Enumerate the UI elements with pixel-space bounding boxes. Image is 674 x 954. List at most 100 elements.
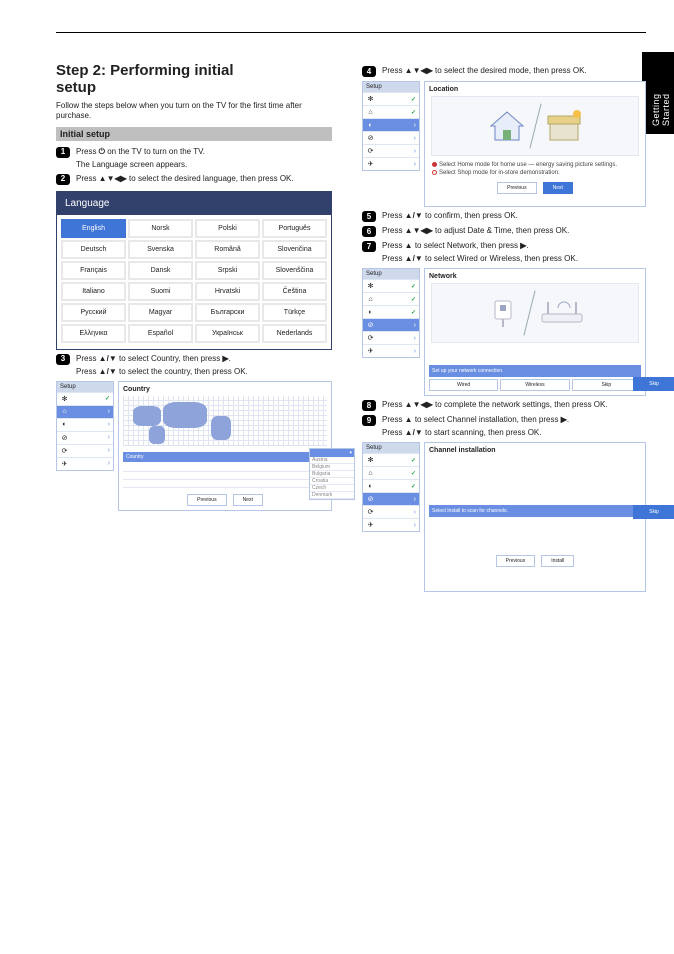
- sidebar-item-icon: ⟳: [366, 147, 375, 155]
- language-option[interactable]: Nederlands: [262, 324, 327, 343]
- country-dropdown[interactable]: ▾ AustriaBelgiumBulgariaCroatiaCzechDenm…: [309, 448, 355, 500]
- setup-mainpane-country: Country Country▾ Previous Next ▾ Austria…: [118, 381, 332, 511]
- language-option[interactable]: Português: [262, 219, 327, 238]
- step-9-sub: Press ▲/▼ to start scanning, then press …: [382, 428, 646, 438]
- language-option[interactable]: Deutsch: [61, 240, 126, 259]
- sidebar-item[interactable]: ⟳›: [363, 331, 419, 344]
- step-4: 4 Press ▲▼◀▶ to select the desired mode,…: [362, 66, 646, 77]
- sidebar-item[interactable]: ✈›: [363, 157, 419, 170]
- language-option[interactable]: Norsk: [128, 219, 193, 238]
- step-badge: 7: [362, 241, 376, 252]
- previous-button[interactable]: Previous: [496, 555, 535, 567]
- language-option[interactable]: Français: [61, 261, 126, 280]
- next-button[interactable]: Next: [233, 494, 263, 506]
- previous-button[interactable]: Previous: [497, 182, 536, 194]
- check-icon: ✓: [411, 96, 416, 103]
- language-option[interactable]: Русский: [61, 303, 126, 322]
- sidebar-item-icon: ⊘: [60, 434, 69, 442]
- sidebar-item-icon: ✈: [60, 460, 69, 468]
- chevron-right-icon: ›: [414, 509, 416, 516]
- sidebar-item[interactable]: ✻✓: [363, 453, 419, 466]
- language-option[interactable]: English: [61, 219, 126, 238]
- sidebar-item[interactable]: ⊘›: [363, 318, 419, 331]
- sidebar-item-icon: ⟳: [60, 447, 69, 455]
- language-option[interactable]: Srpski: [195, 261, 260, 280]
- sidebar-item-icon: ⊘: [366, 134, 375, 142]
- sidebar-item[interactable]: ⌂✓: [363, 292, 419, 305]
- step-7-sub: Press ▲/▼ to select Wired or Wireless, t…: [382, 254, 646, 264]
- wired-button[interactable]: Wired: [429, 379, 498, 391]
- chevron-right-icon: ›: [108, 447, 110, 454]
- language-option[interactable]: Italiano: [61, 282, 126, 301]
- next-button[interactable]: Next: [543, 182, 573, 194]
- sidebar-item[interactable]: ⟳›: [57, 444, 113, 457]
- language-option[interactable]: Slovenčina: [262, 240, 327, 259]
- step-badge: 9: [362, 415, 376, 426]
- language-option[interactable]: Magyar: [128, 303, 193, 322]
- sidebar-item[interactable]: ◐✓: [363, 305, 419, 318]
- sidebar-item[interactable]: ◐›: [363, 118, 419, 131]
- sidebar-item[interactable]: ⌂✓: [363, 105, 419, 118]
- language-option[interactable]: Română: [195, 240, 260, 259]
- sidebar-item[interactable]: ✈›: [363, 344, 419, 357]
- language-option[interactable]: Türkçe: [262, 303, 327, 322]
- language-option[interactable]: Dansk: [128, 261, 193, 280]
- sidebar-item[interactable]: ⟳›: [363, 505, 419, 518]
- sidebar-item[interactable]: ⌂✓: [363, 466, 419, 479]
- sidebar-item[interactable]: ✻✓: [363, 92, 419, 105]
- setup-sidebar: Setup ✻✓⌂›◐›⊘›⟳›✈›: [56, 381, 114, 471]
- step-9: 9 Press ▲ to select Channel installation…: [362, 415, 646, 426]
- dropdown-option[interactable]: Croatia: [310, 478, 354, 485]
- dropdown-option[interactable]: Denmark: [310, 492, 354, 499]
- sidebar-item-icon: ◐: [60, 421, 69, 428]
- sidebar-item[interactable]: ⌂›: [57, 405, 113, 418]
- sidebar-item-icon: ⊘: [366, 321, 375, 329]
- sidebar-item[interactable]: ⊘›: [363, 131, 419, 144]
- check-icon: ✓: [411, 283, 416, 290]
- sidebar-item[interactable]: ✈›: [363, 518, 419, 531]
- language-option[interactable]: Ελληνικα: [61, 324, 126, 343]
- language-option[interactable]: Polski: [195, 219, 260, 238]
- sidebar-item[interactable]: ✻✓: [57, 392, 113, 405]
- sidebar-item-icon: ◐: [366, 483, 375, 490]
- sidebar-item[interactable]: ⊘›: [57, 431, 113, 444]
- install-button[interactable]: Install: [541, 555, 574, 567]
- chevron-right-icon: ›: [414, 322, 416, 329]
- chevron-right-icon: ›: [108, 421, 110, 428]
- dropdown-option[interactable]: Czech: [310, 485, 354, 492]
- setup-screenshot-channel: Setup ✻✓⌂✓◐✓⊘›⟳›✈› Channel installation …: [362, 442, 646, 592]
- side-tab: Getting Started: [642, 52, 674, 134]
- skip-ext-button[interactable]: Skip: [633, 377, 674, 391]
- step-8: 8 Press ▲▼◀▶ to complete the network set…: [362, 400, 646, 411]
- sidebar-item[interactable]: ◐›: [57, 418, 113, 431]
- sidebar-item[interactable]: ⊘›: [363, 492, 419, 505]
- sidebar-item[interactable]: ✻✓: [363, 279, 419, 292]
- sidebar-item[interactable]: ⟳›: [363, 144, 419, 157]
- dropdown-option[interactable]: Austria: [310, 457, 354, 464]
- hint-shop: Select Shop mode for in-store demonstrat…: [429, 170, 641, 176]
- sidebar-item-icon: ⌂: [366, 109, 375, 116]
- chevron-right-icon: ›: [108, 408, 110, 415]
- sidebar-item-icon: ✈: [366, 347, 375, 355]
- skip-button[interactable]: Skip: [572, 379, 641, 391]
- check-icon: ✓: [411, 483, 416, 490]
- language-option[interactable]: Español: [128, 324, 193, 343]
- language-option[interactable]: Slovenščina: [262, 261, 327, 280]
- network-instruction: Set up your network connection.: [429, 365, 641, 377]
- language-option[interactable]: Українськ: [195, 324, 260, 343]
- sidebar-item-icon: ◐: [366, 309, 375, 316]
- dropdown-option[interactable]: Bulgaria: [310, 471, 354, 478]
- wireless-button[interactable]: Wireless: [500, 379, 569, 391]
- sidebar-item[interactable]: ✈›: [57, 457, 113, 470]
- language-option[interactable]: Български: [195, 303, 260, 322]
- sidebar-item-icon: ⊘: [366, 495, 375, 503]
- skip-ext-button[interactable]: Skip: [633, 505, 674, 519]
- language-option[interactable]: Suomi: [128, 282, 193, 301]
- language-option[interactable]: Čeština: [262, 282, 327, 301]
- dropdown-option[interactable]: Belgium: [310, 464, 354, 471]
- language-option[interactable]: Hrvatski: [195, 282, 260, 301]
- chevron-right-icon: ›: [414, 122, 416, 129]
- sidebar-item[interactable]: ◐✓: [363, 479, 419, 492]
- language-option[interactable]: Svenska: [128, 240, 193, 259]
- previous-button[interactable]: Previous: [187, 494, 226, 506]
